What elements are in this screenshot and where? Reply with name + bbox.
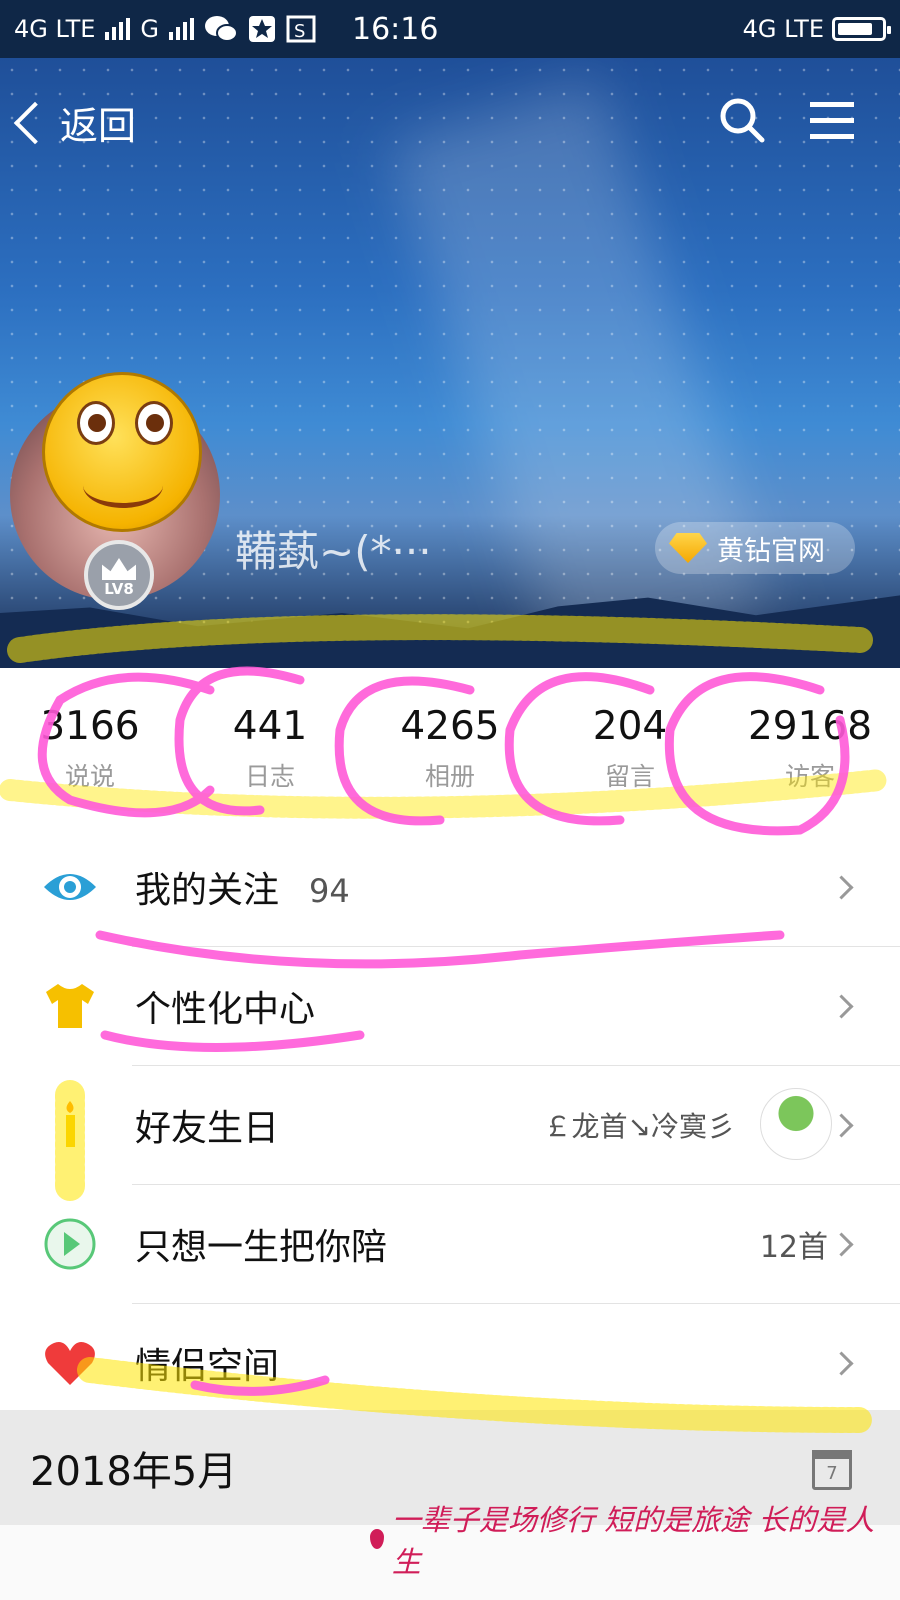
candle-icon	[66, 1101, 75, 1147]
stat-album[interactable]: 4265 相册	[360, 668, 540, 828]
tshirt-icon	[46, 984, 94, 1028]
chevron-left-icon	[13, 101, 57, 144]
stat-value: 441	[232, 703, 308, 749]
status-bar: 4G LTE G S 16:16 4G LTE	[0, 0, 900, 58]
diamond-icon	[669, 533, 707, 563]
stat-value: 4265	[400, 703, 500, 749]
vip-label: 黄钻官网	[717, 535, 825, 567]
heart-icon	[45, 1342, 95, 1385]
menu-label: 情侣空间	[135, 1346, 280, 1387]
menu-item-music[interactable]: 只想一生把你陪 12首	[44, 1184, 900, 1303]
chevron-right-icon	[829, 1231, 854, 1257]
calendar-day: 7	[826, 1462, 838, 1484]
level-badge[interactable]: LV8	[84, 540, 154, 610]
wechat-icon	[205, 16, 238, 42]
stat-messages[interactable]: 204 留言	[540, 668, 720, 828]
battery-icon	[832, 17, 891, 41]
menu-item-personalize[interactable]: 个性化中心	[46, 946, 900, 1065]
stat-label: 日志	[244, 761, 295, 791]
calendar-icon[interactable]: 7	[812, 1450, 852, 1490]
menu-list: 我的关注 94 个性化中心 好友生日 ￡龙首↘冷寞彡 只想一生把你陪 12首 情侣…	[0, 828, 900, 1422]
crown-icon	[102, 558, 136, 580]
vip-official-button[interactable]: 黄钻官网	[655, 522, 855, 574]
stat-value: 204	[592, 703, 668, 749]
signal-icon-2	[169, 18, 194, 40]
menu-item-following[interactable]: 我的关注 94	[0, 828, 900, 946]
location-pin-icon	[370, 1529, 384, 1549]
stat-blog[interactable]: 441 日志	[180, 668, 360, 828]
eye-icon	[44, 874, 96, 900]
s-app-icon: S	[286, 15, 316, 43]
menu-item-birthday[interactable]: 好友生日 ￡龙首↘冷寞彡	[66, 1065, 900, 1184]
menu-item-couple[interactable]: 情侣空间	[45, 1303, 900, 1422]
back-button[interactable]: 返回	[13, 95, 137, 150]
network-type-right: 4G LTE	[742, 15, 824, 43]
chevron-right-icon	[829, 1350, 854, 1376]
chevron-right-icon	[829, 993, 854, 1019]
stat-label: 相册	[424, 761, 475, 791]
stat-value: 29168	[747, 703, 873, 749]
menu-label: 好友生日	[135, 1108, 280, 1149]
stat-label: 访客	[784, 761, 835, 791]
stat-label: 说说	[64, 761, 115, 791]
following-count: 94	[309, 872, 350, 910]
stat-value: 3166	[40, 703, 140, 749]
stat-label: 留言	[604, 761, 655, 791]
friend-avatar	[760, 1088, 832, 1160]
timeline-date: 2018年5月	[30, 1448, 238, 1495]
star-app-icon	[249, 16, 275, 42]
motto-watermark: 一辈子是场修行 短的是旅途 长的是人生	[370, 1497, 900, 1581]
signal-icon	[105, 18, 131, 40]
birthday-friend-name: ￡龙首↘冷寞彡	[543, 1110, 735, 1143]
clock: 16:16	[352, 11, 439, 47]
stat-visitors[interactable]: 29168 访客	[720, 668, 900, 828]
search-icon[interactable]	[718, 96, 766, 144]
menu-label: 个性化中心	[135, 989, 316, 1030]
svg-text:S: S	[294, 21, 305, 42]
network-type-left: 4G LTE	[14, 15, 96, 43]
play-icon	[44, 1218, 96, 1270]
back-label: 返回	[60, 104, 137, 148]
motto-text: 一辈子是场修行 短的是旅途 长的是人生	[391, 1503, 875, 1579]
user-nickname: 鞴蓺~(*···	[235, 527, 432, 576]
network-type-g: G	[140, 15, 159, 43]
smiley-emoji-icon	[42, 372, 202, 532]
stats-bar: 3166 说说 441 日志 4265 相册 204 留言 29168 访客	[0, 668, 900, 828]
level-badge-label: LV8	[104, 580, 134, 598]
menu-icon[interactable]	[808, 100, 856, 142]
chevron-right-icon	[829, 1112, 854, 1138]
stat-shuoshuo[interactable]: 3166 说说	[0, 668, 180, 828]
chevron-right-icon	[829, 874, 854, 900]
menu-label: 只想一生把你陪	[135, 1227, 388, 1268]
music-count: 12首	[759, 1230, 828, 1265]
menu-label: 我的关注	[135, 870, 280, 911]
